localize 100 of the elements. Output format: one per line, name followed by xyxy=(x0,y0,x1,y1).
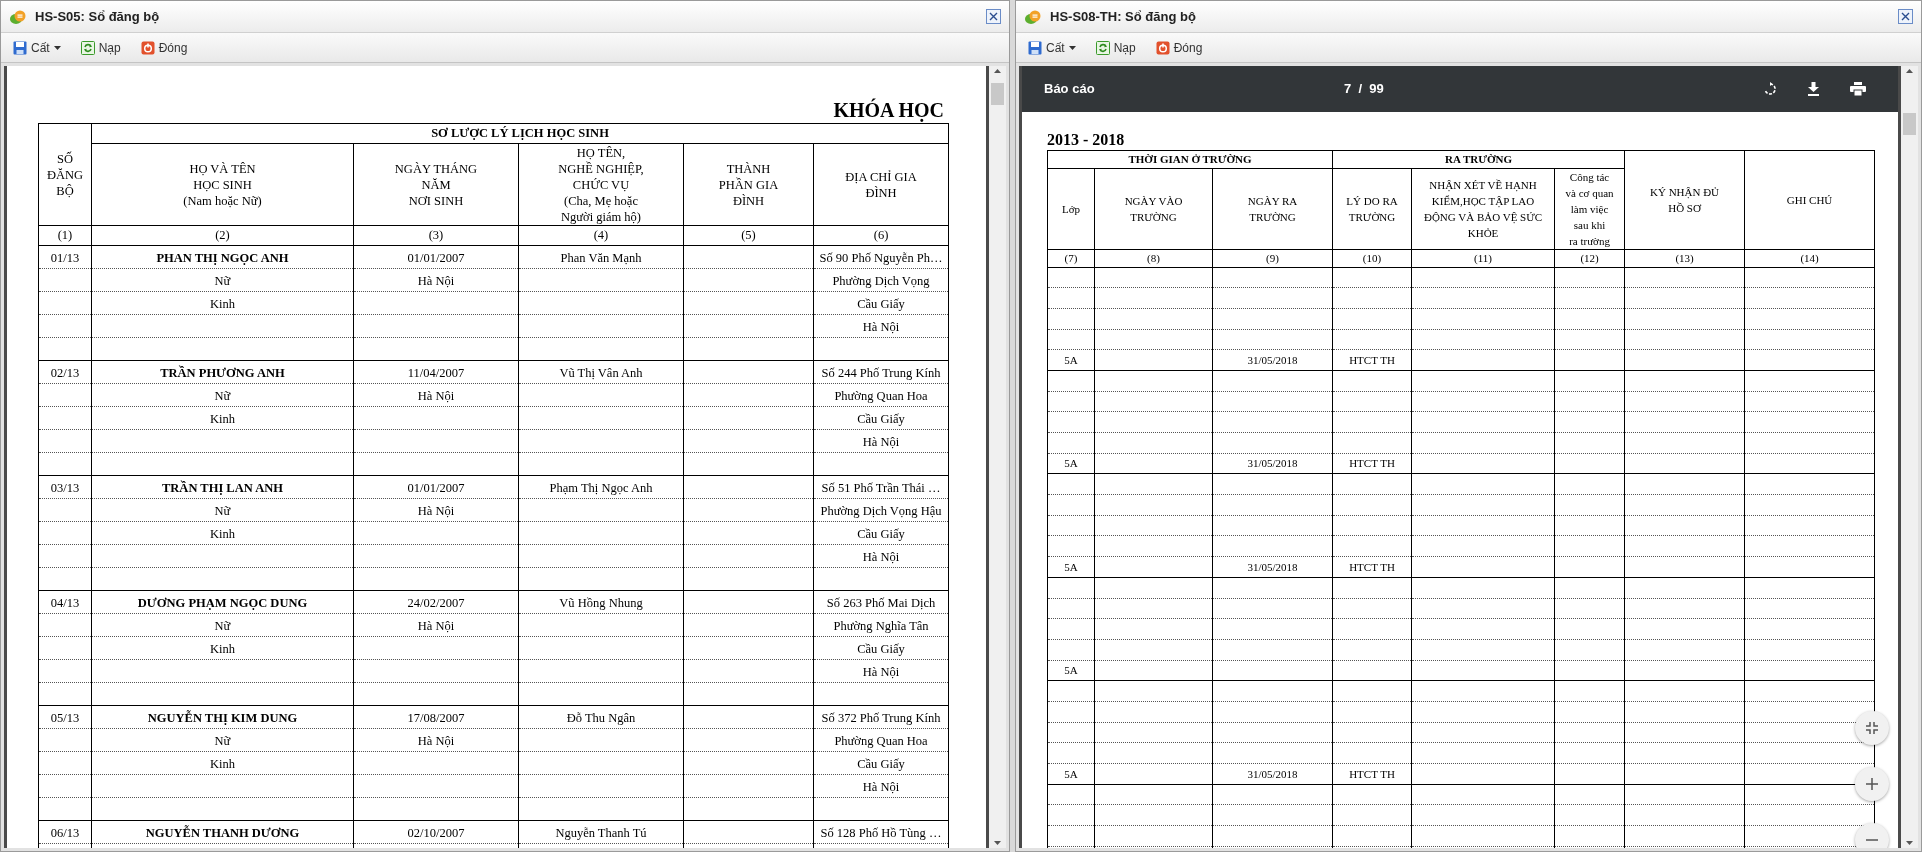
table-cell: 01/01/2007 xyxy=(407,481,465,496)
table-cell: Hà Nội xyxy=(417,274,455,289)
scroll-down-icon[interactable] xyxy=(1906,841,1913,845)
table-cell: Số 128 Phố Hồ Tùng … xyxy=(820,826,942,841)
table-cell: Vũ Hồng Nhung xyxy=(559,596,643,611)
table-cell: Số 90 Phố Nguyễn Ph… xyxy=(819,251,943,266)
scrollbar[interactable] xyxy=(1901,66,1918,848)
column-header: Công tác và cơ quan làm việc sau khi ra trường xyxy=(1564,170,1615,249)
toolbar-button[interactable]: Đóng xyxy=(1151,36,1207,59)
print-icon xyxy=(1850,82,1866,96)
column-number: (13) xyxy=(1675,252,1694,264)
table-cell: 02/10/2007 xyxy=(407,826,465,841)
collapse-icon xyxy=(1866,722,1878,734)
close-button[interactable] xyxy=(986,9,1001,24)
table-cell: HTCT TH xyxy=(1349,560,1395,573)
document-title: Báo cáo xyxy=(1044,80,1096,99)
window-title: HS-S08-TH: Sổ đăng bộ xyxy=(1050,7,1196,26)
zoom-out-button[interactable] xyxy=(1855,823,1889,848)
column-number: (8) xyxy=(1147,252,1160,264)
table-cell: Kinh xyxy=(210,642,235,657)
table-cell: 5A xyxy=(1064,664,1078,677)
close-button[interactable] xyxy=(1898,9,1913,24)
table-cell: 03/13 xyxy=(50,481,80,496)
table-cell: Nữ xyxy=(214,389,231,404)
zoom-in-button[interactable] xyxy=(1855,767,1889,801)
table-cell: 31/05/2018 xyxy=(1247,457,1298,470)
column-group-header: RA TRƯỜNG xyxy=(1445,153,1512,166)
scroll-down-icon[interactable] xyxy=(994,841,1001,845)
table-cell: 5A xyxy=(1064,767,1078,780)
table-cell: Hà Nội xyxy=(862,320,900,335)
table-cell: HTCT TH xyxy=(1349,353,1395,366)
table-cell: Hà Nội xyxy=(862,780,900,795)
table-cell: TRẦN PHƯƠNG ANH xyxy=(160,366,285,381)
table-cell: Phạm Thị Ngọc Anh xyxy=(549,481,653,496)
column-header: ĐỊA CHỈ GIA ĐÌNH xyxy=(844,168,918,201)
table-cell: Hà Nội xyxy=(862,435,900,450)
table-cell: 31/05/2018 xyxy=(1247,560,1298,573)
table-cell: 17/08/2007 xyxy=(407,711,465,726)
table-cell: Kinh xyxy=(210,297,235,312)
scroll-up-icon[interactable] xyxy=(994,69,1001,73)
report-heading: KHÓA HỌC xyxy=(833,98,944,122)
download-button[interactable] xyxy=(1805,80,1822,98)
table-cell: Phường Quan Hoa xyxy=(834,389,928,404)
table-cell: Hà Nội xyxy=(862,665,900,680)
table-cell: Cầu Giấy xyxy=(857,297,905,312)
column-header: HỌ TÊN, NGHỀ NGHIỆP, CHỨC VỤ (Cha, Mẹ hoặc Người giám hộ) xyxy=(557,144,645,225)
scrollbar[interactable] xyxy=(989,66,1006,848)
column-number: (11) xyxy=(1474,252,1492,264)
column-number: (5) xyxy=(741,228,756,243)
table-cell: 5A xyxy=(1064,560,1078,573)
toolbar-button[interactable]: Cất xyxy=(9,36,65,59)
table-cell: 31/05/2018 xyxy=(1247,767,1298,780)
column-header: LÝ DO RA TRƯỜNG xyxy=(1345,194,1399,225)
column-header: THÀNH PHẦN GIA ĐÌNH xyxy=(717,160,780,209)
column-header: NGÀY RA TRƯỜNG xyxy=(1246,194,1299,225)
toolbar-button[interactable]: Nạp xyxy=(76,36,125,59)
column-header: Lớp xyxy=(1060,202,1081,217)
column-number: (4) xyxy=(593,228,609,243)
table-cell: 01/01/2007 xyxy=(407,251,465,266)
table-cell: Phường Dịch Vọng xyxy=(832,274,930,289)
table-cell: 24/02/2007 xyxy=(407,596,465,611)
table-cell: Phường Nghĩa Tân xyxy=(833,619,929,634)
table-cell: Hà Nội xyxy=(417,619,455,634)
table-cell: Phường Quan Hoa xyxy=(834,734,928,749)
power-icon xyxy=(140,40,155,55)
toolbar-button[interactable]: Đóng xyxy=(136,36,192,59)
scrollbar-thumb[interactable] xyxy=(1903,113,1916,135)
table-cell: Nữ xyxy=(214,734,231,749)
table-cell: 01/13 xyxy=(50,251,80,266)
table-cell: Hà Nội xyxy=(417,504,455,519)
print-button[interactable] xyxy=(1848,80,1868,98)
scrollbar-thumb[interactable] xyxy=(991,83,1004,105)
close-icon xyxy=(1901,12,1910,21)
refresh-icon xyxy=(1095,40,1110,55)
table-cell: Nữ xyxy=(214,504,231,519)
table-cell: 5A xyxy=(1064,457,1078,470)
download-icon xyxy=(1807,82,1820,96)
table-cell: Số 263 Phố Mai Dịch xyxy=(826,596,936,611)
column-number: (2) xyxy=(215,228,230,243)
scroll-up-icon[interactable] xyxy=(1906,69,1913,73)
table-cell: Số 372 Phố Trung Kính xyxy=(821,711,941,726)
table-cell: Số 244 Phố Trung Kính xyxy=(821,366,941,381)
column-header: NGÀY VÀO TRƯỜNG xyxy=(1123,194,1184,225)
table-cell: 04/13 xyxy=(50,596,80,611)
table-cell: DƯƠNG PHẠM NGỌC DUNG xyxy=(137,596,308,611)
fit-page-button[interactable] xyxy=(1855,711,1889,745)
column-number: (12) xyxy=(1580,252,1599,264)
column-header: GHI CHÚ xyxy=(1785,193,1834,208)
table-cell: Kinh xyxy=(210,757,235,772)
table-cell: Kinh xyxy=(210,527,235,542)
column-header: HỌ VÀ TÊN HỌC SINH (Nam hoặc Nữ) xyxy=(182,160,263,209)
app-logo-icon xyxy=(1024,8,1042,25)
table-cell: Vũ Thị Vân Anh xyxy=(559,366,643,381)
plus-icon xyxy=(1866,778,1878,790)
app-logo-icon xyxy=(9,8,27,25)
toolbar-button[interactable]: Cất xyxy=(1024,36,1080,59)
table-cell: 05/13 xyxy=(50,711,80,726)
column-number: (14) xyxy=(1800,252,1819,264)
column-number: (1) xyxy=(57,228,73,243)
toolbar-button[interactable]: Nạp xyxy=(1091,36,1140,59)
